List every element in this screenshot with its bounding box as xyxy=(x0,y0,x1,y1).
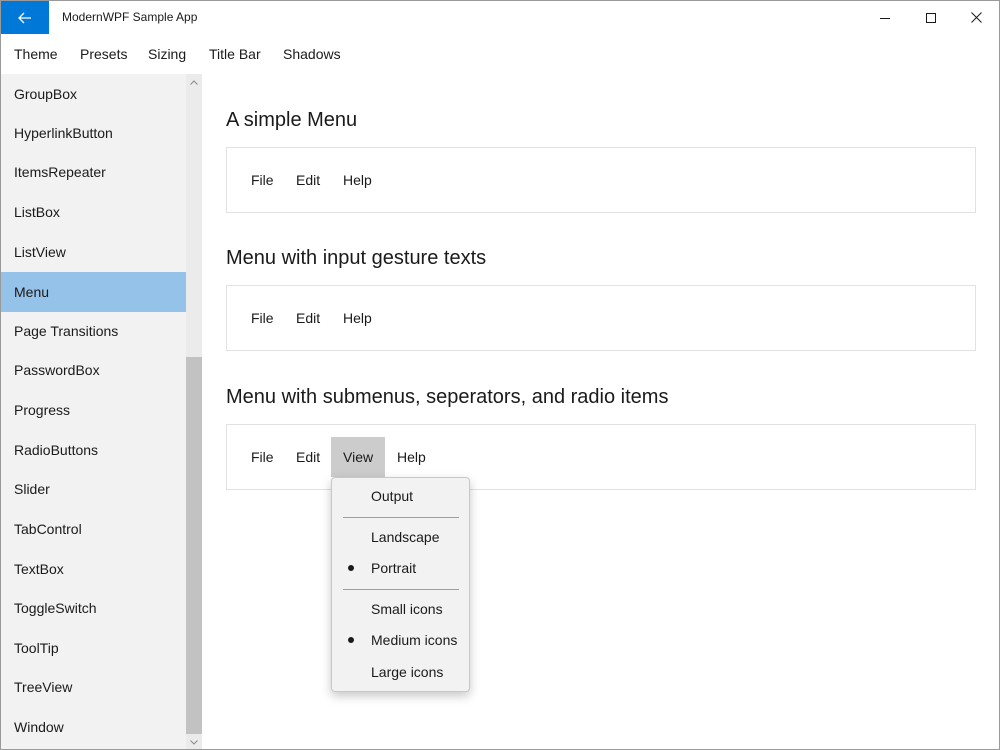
sidebar: GroupBox HyperlinkButton ItemsRepeater L… xyxy=(1,74,202,749)
sidebar-item-progress[interactable]: Progress xyxy=(1,390,186,430)
topbar-item-theme[interactable]: Theme xyxy=(14,46,58,62)
sidebar-item-itemsrepeater[interactable]: ItemsRepeater xyxy=(1,152,186,192)
scroll-down-button[interactable] xyxy=(186,734,202,749)
sidebar-item-textbox[interactable]: TextBox xyxy=(1,549,186,589)
sidebar-item-hyperlinkbutton[interactable]: HyperlinkButton xyxy=(1,113,186,153)
sidebar-item-listbox[interactable]: ListBox xyxy=(1,192,186,232)
minimize-icon xyxy=(880,17,890,19)
menu-item-edit[interactable]: Edit xyxy=(296,148,320,212)
scrollbar-thumb[interactable] xyxy=(186,357,202,734)
title-bar: ModernWPF Sample App xyxy=(1,1,999,34)
submenu-item-label: Portrait xyxy=(371,560,417,576)
menu-item-file[interactable]: File xyxy=(251,425,274,489)
submenu-item-large-icons[interactable]: Large icons xyxy=(332,657,469,687)
maximize-icon xyxy=(926,12,936,23)
gesture-menu-card: File Edit Help xyxy=(226,285,976,351)
back-arrow-icon xyxy=(18,12,31,23)
sidebar-item-treeview[interactable]: TreeView xyxy=(1,667,186,707)
back-button[interactable] xyxy=(1,1,49,34)
minimize-button[interactable] xyxy=(862,1,908,34)
submenu-item-label: Small icons xyxy=(371,601,443,617)
submenu-item-label: Medium icons xyxy=(371,632,458,648)
submenu-item-landscape[interactable]: Landscape xyxy=(332,522,469,552)
sidebar-item-groupbox[interactable]: GroupBox xyxy=(1,74,186,114)
menu-item-file[interactable]: File xyxy=(251,148,274,212)
view-submenu-dropdown: Output Landscape Portrait Small icons Me… xyxy=(331,477,470,692)
submenu-separator xyxy=(343,517,459,518)
topbar-item-shadows[interactable]: Shadows xyxy=(283,46,341,62)
app-window: ModernWPF Sample App Theme Presets Sizin… xyxy=(0,0,1000,750)
sidebar-item-listview[interactable]: ListView xyxy=(1,232,186,272)
app-title: ModernWPF Sample App xyxy=(62,10,198,24)
simple-menu-card: File Edit Help xyxy=(226,147,976,213)
topbar-item-presets[interactable]: Presets xyxy=(80,46,127,62)
sidebar-item-toggleswitch[interactable]: ToggleSwitch xyxy=(1,588,186,628)
submenu-item-label: Output xyxy=(371,488,414,504)
sidebar-item-menu[interactable]: Menu xyxy=(1,272,186,312)
submenu-item-medium-icons[interactable]: Medium icons xyxy=(332,625,469,655)
section-title-submenu-menu: Menu with submenus, seperators, and radi… xyxy=(226,386,669,408)
topbar-item-sizing[interactable]: Sizing xyxy=(148,46,186,62)
sidebar-item-slider[interactable]: Slider xyxy=(1,469,186,509)
sidebar-item-window[interactable]: Window xyxy=(1,707,186,747)
close-button[interactable] xyxy=(953,1,999,34)
menu-item-edit[interactable]: Edit xyxy=(296,286,320,350)
radio-check-icon xyxy=(348,637,354,643)
menu-item-file[interactable]: File xyxy=(251,286,274,350)
section-title-gesture-menu: Menu with input gesture texts xyxy=(226,247,487,269)
chevron-up-icon xyxy=(190,79,198,85)
menu-item-edit[interactable]: Edit xyxy=(296,425,320,489)
sidebar-item-passwordbox[interactable]: PasswordBox xyxy=(1,350,186,390)
submenu-item-label: Landscape xyxy=(371,529,440,545)
section-title-simple-menu: A simple Menu xyxy=(226,109,358,131)
sidebar-item-tabcontrol[interactable]: TabControl xyxy=(1,509,186,549)
chevron-down-icon xyxy=(190,739,198,745)
sidebar-item-page-transitions[interactable]: Page Transitions xyxy=(1,311,186,351)
sidebar-item-tooltip[interactable]: ToolTip xyxy=(1,628,186,668)
submenu-item-portrait[interactable]: Portrait xyxy=(332,553,469,583)
submenu-item-small-icons[interactable]: Small icons xyxy=(332,594,469,624)
menu-item-help[interactable]: Help xyxy=(343,148,372,212)
menu-item-help[interactable]: Help xyxy=(343,286,372,350)
submenu-separator xyxy=(343,589,459,590)
radio-check-icon xyxy=(348,565,354,571)
maximize-button[interactable] xyxy=(908,1,954,34)
scroll-up-button[interactable] xyxy=(186,74,202,90)
topbar-item-title-bar[interactable]: Title Bar xyxy=(209,46,261,62)
sidebar-scrollbar[interactable] xyxy=(186,74,202,749)
close-icon xyxy=(970,12,982,23)
submenu-item-label: Large icons xyxy=(371,664,444,680)
sidebar-item-radiobuttons[interactable]: RadioButtons xyxy=(1,430,186,470)
submenu-item-output[interactable]: Output xyxy=(332,481,469,511)
menu-item-view[interactable]: View xyxy=(331,437,386,477)
top-menu-bar: Theme Presets Sizing Title Bar Shadows xyxy=(1,34,999,74)
